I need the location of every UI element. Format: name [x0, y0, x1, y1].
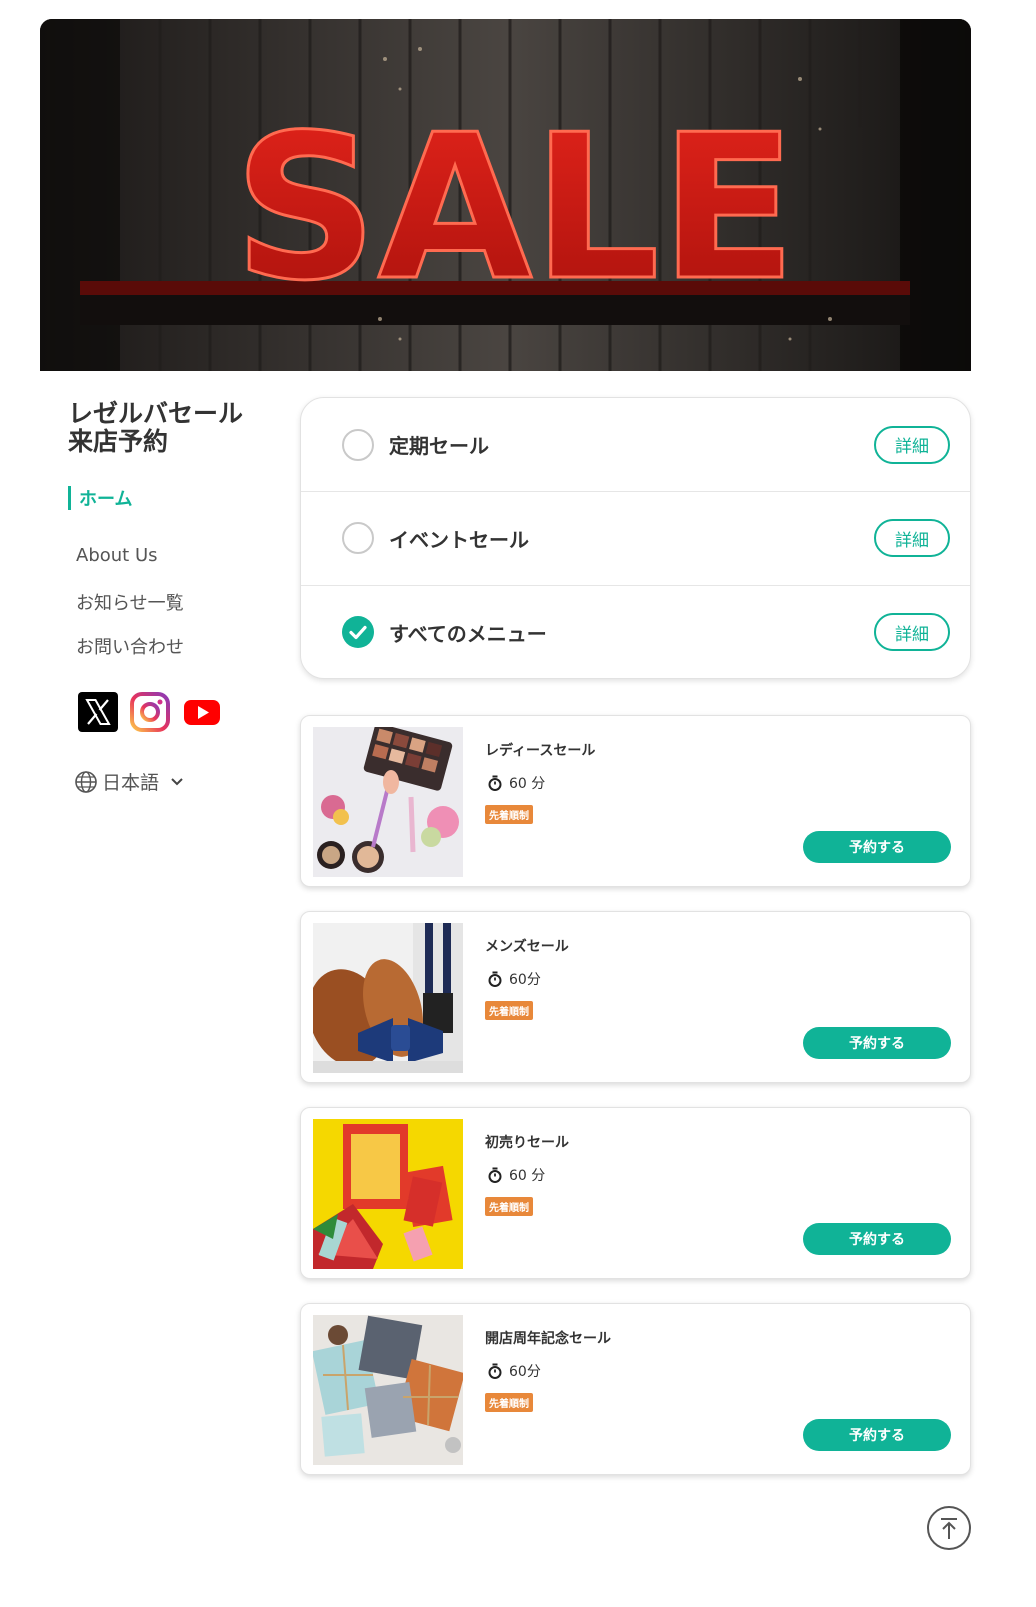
- nav-item-about[interactable]: About Us: [76, 545, 158, 566]
- cosmetics-photo: [313, 727, 463, 877]
- detail-button[interactable]: 詳細: [874, 425, 950, 464]
- radio-unchecked[interactable]: [342, 428, 374, 461]
- book-button[interactable]: 予約する: [803, 1419, 951, 1451]
- gift-boxes-photo: [313, 1315, 463, 1465]
- language-selector[interactable]: 日本語: [74, 768, 185, 795]
- category-label: イベントセール: [389, 527, 529, 552]
- site-title[interactable]: レゼルバセール 来店予約: [68, 400, 268, 456]
- menu-duration-text: 60 分: [509, 1168, 546, 1184]
- stopwatch-icon: [488, 971, 502, 987]
- book-button[interactable]: 予約する: [803, 1027, 951, 1059]
- radio-checked[interactable]: [342, 616, 374, 648]
- menu-duration: 60分: [487, 969, 541, 989]
- detail-button[interactable]: 詳細: [874, 613, 950, 651]
- menu-title: 開店周年記念セール: [485, 1331, 611, 1347]
- menu-duration: 60 分: [487, 773, 545, 793]
- book-button[interactable]: 予約する: [803, 1223, 951, 1255]
- status-badge: 先着順制: [485, 1197, 533, 1216]
- category-filter-panel: 定期セール 詳細 イベントセール 詳細 すべてのメニュー 詳細: [300, 397, 971, 679]
- youtube-icon[interactable]: [182, 692, 222, 732]
- new-year-lucky-bag-photo: [313, 1119, 463, 1269]
- nav-item-contact[interactable]: お問い合わせ: [76, 633, 184, 659]
- menu-card[interactable]: レディースセール 60 分 先着順制 予約する: [300, 715, 971, 887]
- nav-item-home[interactable]: ホーム: [68, 486, 132, 510]
- menu-title: メンズセール: [485, 939, 569, 955]
- category-row-all[interactable]: すべてのメニュー 詳細: [301, 585, 970, 678]
- status-badge: 先着順制: [485, 805, 533, 824]
- check-icon: [349, 625, 367, 640]
- menu-title: 初売りセール: [485, 1135, 569, 1151]
- globe-icon: [75, 770, 97, 793]
- menu-duration-text: 60 分: [509, 776, 546, 792]
- arrow-up-icon: [941, 1518, 957, 1539]
- menu-card[interactable]: メンズセール 60分 先着順制 予約する: [300, 911, 971, 1083]
- social-links: [78, 692, 222, 732]
- menu-duration: 60分: [487, 1361, 541, 1381]
- nav-item-home-label: ホーム: [79, 489, 133, 510]
- sale-sign-image: SALE: [40, 19, 971, 371]
- scroll-to-top-button[interactable]: [927, 1506, 971, 1550]
- chevron-down-icon: [171, 777, 183, 785]
- language-label: 日本語: [102, 772, 160, 794]
- category-label: 定期セール: [389, 434, 489, 458]
- detail-button[interactable]: 詳細: [874, 519, 950, 557]
- status-badge: 先着順制: [485, 1001, 533, 1020]
- stopwatch-icon: [488, 1363, 502, 1379]
- nav-item-news[interactable]: お知らせ一覧: [76, 589, 184, 615]
- book-button[interactable]: 予約する: [803, 831, 951, 863]
- stopwatch-icon: [488, 775, 502, 791]
- hero-banner: SALE: [40, 19, 971, 371]
- site-title-line1: レゼルバセール: [68, 399, 244, 428]
- menu-duration-text: 60分: [509, 972, 541, 988]
- status-badge: 先着順制: [485, 1393, 533, 1412]
- category-label: すべてのメニュー: [389, 621, 547, 646]
- sale-sign-text: SALE: [234, 92, 797, 325]
- menu-title: レディースセール: [485, 743, 596, 759]
- menu-card[interactable]: 初売りセール 60 分 先着順制 予約する: [300, 1107, 971, 1279]
- menu-duration: 60 分: [487, 1165, 545, 1185]
- menu-duration-text: 60分: [509, 1364, 541, 1380]
- sidebar: レゼルバセール 来店予約 ホーム About Us お知らせ一覧 お問い合わせ: [68, 400, 268, 794]
- active-indicator: [68, 486, 71, 510]
- site-title-line2: 来店予約: [68, 427, 169, 456]
- radio-unchecked[interactable]: [342, 522, 374, 554]
- stopwatch-icon: [488, 1167, 502, 1183]
- category-row-event[interactable]: イベントセール 詳細: [301, 491, 970, 584]
- shoes-bowtie-photo: [313, 923, 463, 1073]
- x-icon[interactable]: [78, 692, 118, 732]
- category-row-regular[interactable]: 定期セール 詳細: [301, 398, 970, 491]
- menu-card[interactable]: 開店周年記念セール 60分 先着順制 予約する: [300, 1303, 971, 1475]
- instagram-icon[interactable]: [130, 692, 170, 732]
